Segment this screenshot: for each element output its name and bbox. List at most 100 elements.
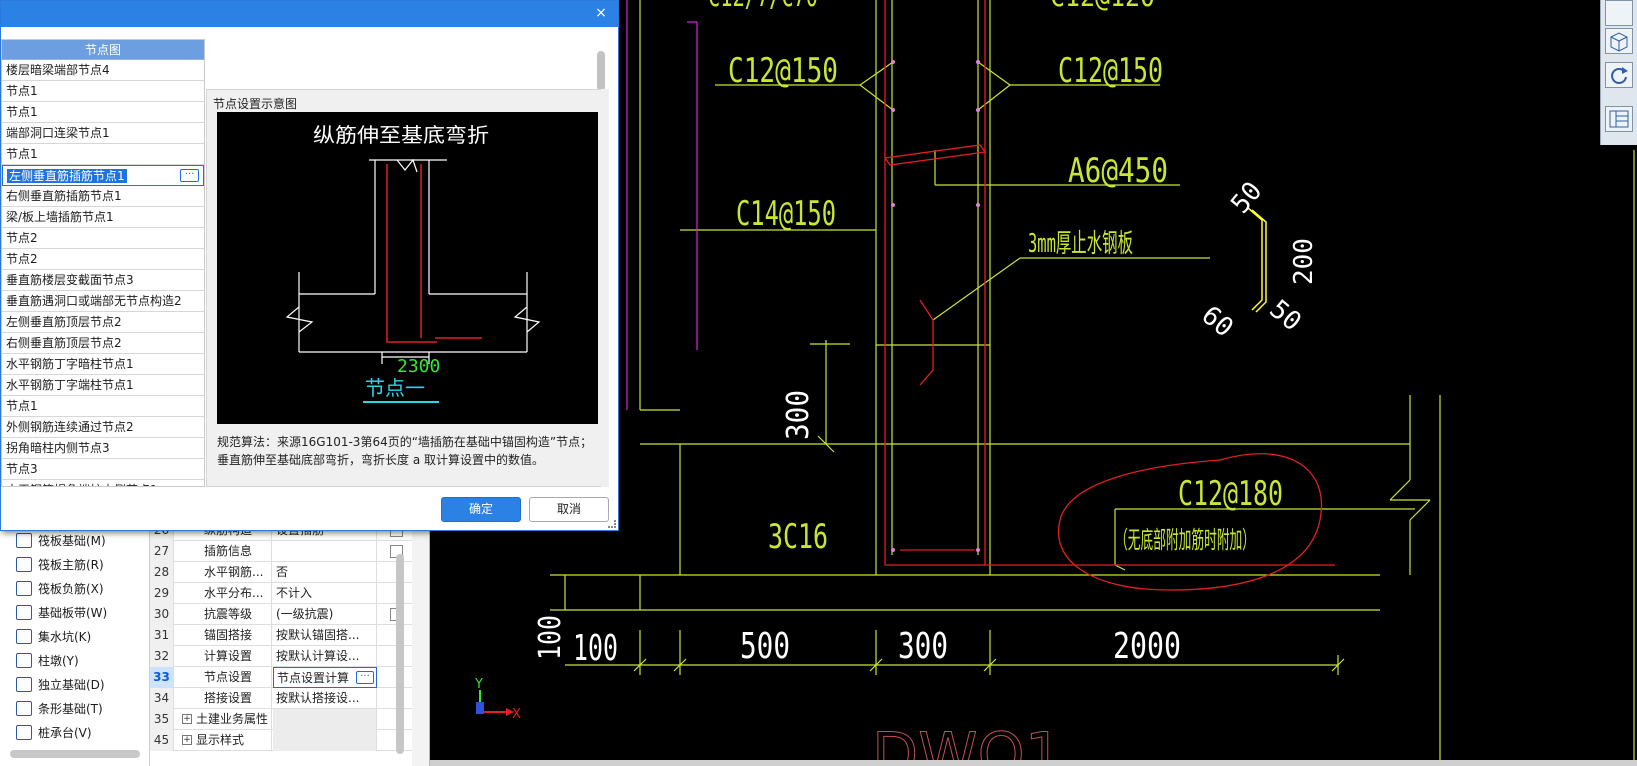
node-list-item[interactable]: 节点1: [2, 396, 204, 417]
tree-item-raft-foundation[interactable]: 筏板基础(M): [16, 530, 106, 552]
tree-item-isolated-footing[interactable]: 独立基础(D): [16, 674, 105, 696]
property-row[interactable]: 32 计算设置 按默认计算设...: [150, 646, 412, 667]
property-vertical-scrollbar[interactable]: [396, 554, 404, 754]
node-list-item[interactable]: 节点2: [2, 249, 204, 270]
cad-label-a6-450: A6@450: [1068, 151, 1168, 191]
property-name: 水平分布...: [176, 583, 272, 604]
node-list-item[interactable]: 左侧垂直筋插筋节点1 ···: [2, 165, 204, 186]
property-value[interactable]: (一级抗震): [273, 604, 377, 625]
node-list-item[interactable]: 楼层暗梁端部节点4: [2, 60, 204, 81]
node-list-item-label: 垂直筋楼层变截面节点3: [6, 273, 134, 287]
property-group-label: 显示样式: [196, 733, 245, 747]
property-name: 锚固搭接: [176, 625, 272, 646]
property-row-node-settings[interactable]: 33 节点设置 节点设置计算 ···: [150, 667, 412, 688]
horizontal-scrollbar[interactable]: [430, 760, 1637, 766]
pile-cap-icon: [16, 725, 32, 740]
dialog-titlebar[interactable]: ×: [1, 1, 618, 27]
property-row-number: 34: [150, 688, 174, 709]
top-vertical-scrollbar[interactable]: [597, 51, 605, 91]
property-row[interactable]: 28 水平钢筋... 否: [150, 562, 412, 583]
tree-item-foundation-strip[interactable]: 基础板带(W): [16, 602, 108, 624]
tree-item-label: 基础板带(W): [38, 606, 108, 620]
property-value[interactable]: [273, 541, 377, 562]
tree-item-sump-pit[interactable]: 集水坑(K): [16, 626, 91, 648]
node-list-item[interactable]: 外侧钢筋连续通过节点2: [2, 417, 204, 438]
tree-item-label: 筏板负筋(X): [38, 582, 104, 596]
property-value[interactable]: 不计入: [273, 583, 377, 604]
diagram-vertical-scrollbar[interactable]: [601, 89, 609, 487]
node-list-item[interactable]: 节点1: [2, 144, 204, 165]
property-row[interactable]: 34 搭接设置 按默认搭接设...: [150, 688, 412, 709]
node-list-item-label: 拐角暗柱内侧节点3: [6, 441, 110, 455]
node-list-item[interactable]: 梁/板上墙插筋节点1: [2, 207, 204, 228]
node-list-item[interactable]: 节点1: [2, 102, 204, 123]
tree-item-pile-cap[interactable]: 桩承台(V): [16, 722, 92, 744]
rotate-view-icon[interactable]: [1605, 62, 1633, 88]
cancel-button[interactable]: 取消: [529, 497, 609, 522]
node-list-item[interactable]: 垂直筋楼层变截面节点3: [2, 270, 204, 291]
node-list-item-label: 右侧垂直筋顶层节点2: [6, 336, 122, 350]
node-list-item[interactable]: 节点1: [2, 81, 204, 102]
close-icon[interactable]: ×: [592, 4, 610, 22]
tree-item-column-pier[interactable]: 柱墩(Y): [16, 650, 79, 672]
property-value: [273, 709, 377, 730]
ellipsis-button[interactable]: ···: [356, 671, 374, 684]
tree-item-raft-negative-rebar[interactable]: 筏板负筋(X): [16, 578, 104, 600]
property-row-number: 30: [150, 604, 174, 625]
view-toolbar: [1600, 0, 1637, 145]
node-list-item[interactable]: 节点2: [2, 228, 204, 249]
node-list-item[interactable]: 右侧垂直筋顶层节点2: [2, 333, 204, 354]
property-group-civil[interactable]: 35 + 土建业务属性: [150, 709, 412, 730]
node-list: 节点图 楼层暗梁端部节点4 节点1 节点1 端部洞口连梁节点1 节点1 左侧垂直筋插筋节点…: [1, 39, 205, 487]
property-name: 水平钢筋...: [176, 562, 272, 583]
property-group-display[interactable]: 45 + 显示样式: [150, 730, 412, 751]
node-list-item[interactable]: 端部洞口连梁节点1: [2, 123, 204, 144]
property-value[interactable]: 按默认搭接设...: [273, 688, 377, 709]
node-list-item[interactable]: 右侧垂直筋插筋节点1: [2, 186, 204, 207]
property-value-editor[interactable]: 节点设置计算 ···: [273, 667, 377, 688]
node-list-item[interactable]: 拐角暗柱内侧节点3: [2, 438, 204, 459]
node-list-item-label: 左侧垂直筋顶层节点2: [6, 315, 122, 329]
node-list-item[interactable]: 水平钢筋丁字端柱节点1: [2, 375, 204, 396]
node-list-item-label: 左侧垂直筋插筋节点1: [7, 169, 127, 183]
property-value[interactable]: 按默认锚固搭...: [273, 625, 377, 646]
property-value[interactable]: 按默认计算设...: [273, 646, 377, 667]
property-value[interactable]: 否: [273, 562, 377, 583]
cad-dim-100: 100: [573, 628, 618, 669]
node-list-item[interactable]: 水平钢筋拐角端柱内侧节点1: [2, 480, 204, 486]
cad-dim-2000: 2000: [1113, 626, 1181, 667]
node-list-item-label: 端部洞口连梁节点1: [6, 126, 110, 140]
tree-item-strip-footing[interactable]: 条形基础(T): [16, 698, 103, 720]
property-name: 计算设置: [176, 646, 272, 667]
property-row[interactable]: 27 插筋信息: [150, 541, 412, 562]
cad-label-top-left: C12/7/C70: [708, 0, 818, 14]
node-list-item[interactable]: 左侧垂直筋顶层节点2: [2, 312, 204, 333]
ellipsis-button[interactable]: ···: [180, 169, 199, 182]
component-tree: 筏板基础(M) 筏板主筋(R) 筏板负筋(X) 基础板带(W) 集水坑(K) 柱…: [0, 520, 150, 766]
property-row[interactable]: 31 锚固搭接 按默认锚固搭...: [150, 625, 412, 646]
cad-label-top-right: C12@120: [1050, 0, 1155, 14]
tree-item-raft-main-rebar[interactable]: 筏板主筋(R): [16, 554, 104, 576]
property-row[interactable]: 30 抗震等级 (一级抗震): [150, 604, 412, 625]
node-list-item-label: 水平钢筋拐角端柱内侧节点1: [6, 483, 158, 486]
node-list-item-label: 右侧垂直筋插筋节点1: [6, 189, 122, 203]
node-list-item[interactable]: 水平钢筋丁字暗柱节点1: [2, 354, 204, 375]
cad-label-note: （无底部附加筋时附加）: [1115, 526, 1255, 554]
expand-icon[interactable]: +: [182, 735, 192, 745]
diagram-description: 规范算法：来源16G101-3第64页的“墙插筋在基础中锚固构造”节点； 垂直筋…: [217, 433, 597, 469]
node-list-item[interactable]: 节点3: [2, 459, 204, 480]
view-cube-top-button[interactable]: [1605, 0, 1633, 26]
view-3d-cube-icon[interactable]: [1605, 28, 1633, 54]
property-row-number: 45: [150, 730, 174, 751]
tree-horizontal-scrollbar[interactable]: [10, 750, 140, 758]
description-line: 垂直筋伸至基础底部弯折，弯折长度 a 取计算设置中的数值。: [217, 453, 544, 467]
raft-foundation-icon: [16, 533, 32, 548]
node-list-item[interactable]: 垂直筋遇洞口或端部无节点构造2: [2, 291, 204, 312]
tree-item-label: 柱墩(Y): [38, 654, 79, 668]
expand-icon[interactable]: +: [182, 714, 192, 724]
property-row[interactable]: 29 水平分布... 不计入: [150, 583, 412, 604]
ok-button[interactable]: 确定: [441, 497, 521, 522]
cad-dim-100-vertical: 100: [533, 615, 568, 660]
layout-view-icon[interactable]: [1605, 106, 1633, 132]
resize-grip-icon[interactable]: [608, 520, 616, 528]
